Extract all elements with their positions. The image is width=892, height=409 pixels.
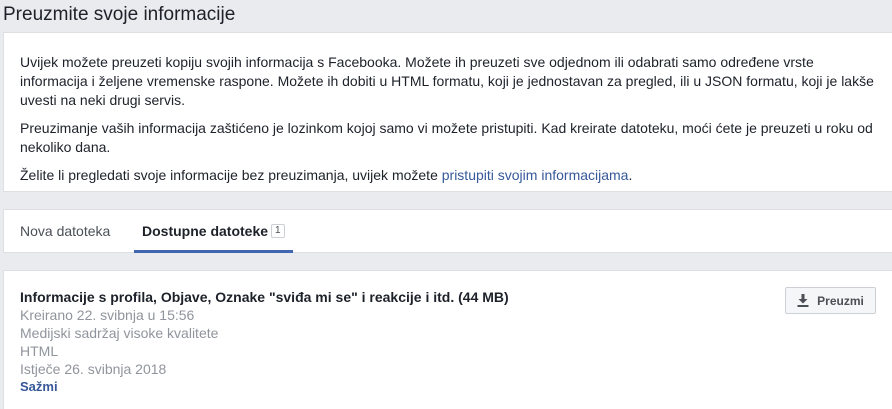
info-card: Uvijek možete preuzeti kopiju svojih inf… bbox=[3, 32, 892, 192]
intro-paragraph-3: Želite li pregledati svoje informacije b… bbox=[20, 166, 876, 185]
tab-available-files-label: Dostupne datoteke bbox=[142, 223, 269, 239]
file-card: Informacije s profila, Objave, Oznake "s… bbox=[3, 270, 892, 409]
file-title: Informacije s profila, Objave, Oznake "s… bbox=[20, 289, 509, 305]
intro-paragraph-2: Preuzimanje vaših informacija zaštićeno … bbox=[20, 120, 873, 155]
tab-new-file-label: Nova datoteka bbox=[20, 223, 111, 239]
tab-bar: Nova datoteka Dostupne datoteke 1 bbox=[3, 209, 892, 253]
tab-new-file[interactable]: Nova datoteka bbox=[20, 210, 110, 253]
file-created: Kreirano 22. svibnja u 15:56 bbox=[20, 307, 195, 323]
intro-paragraph-3-text: Želite li pregledati svoje informacije b… bbox=[20, 167, 442, 183]
intro-paragraph-1: Uvijek možete preuzeti kopiju svojih inf… bbox=[20, 54, 874, 108]
download-icon bbox=[797, 294, 809, 307]
file-format: HTML bbox=[20, 343, 59, 359]
download-button-label: Preuzmi bbox=[817, 293, 864, 308]
access-information-link[interactable]: pristupiti svojim informacijama bbox=[442, 167, 629, 183]
download-button[interactable]: Preuzmi bbox=[785, 287, 876, 314]
file-expires: Istječe 26. svibnja 2018 bbox=[20, 361, 167, 377]
tab-available-files[interactable]: Dostupne datoteke 1 bbox=[134, 210, 293, 253]
collapse-link[interactable]: Sažmi bbox=[20, 378, 58, 396]
tab-count-badge: 1 bbox=[271, 224, 285, 239]
file-quality: Medijski sadržaj visoke kvalitete bbox=[20, 325, 219, 341]
page-title: Preuzmite svoje informacije bbox=[3, 4, 236, 25]
intro-paragraph-3-end: . bbox=[628, 167, 633, 183]
